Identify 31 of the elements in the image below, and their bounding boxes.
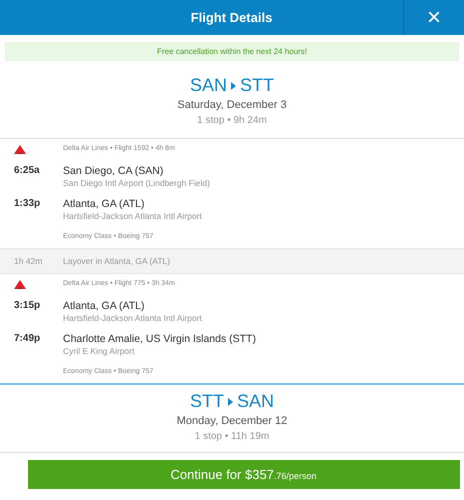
time: 6:25a <box>13 165 41 178</box>
cancellation-banner: Free cancellation within the next 24 hours! <box>5 42 459 61</box>
close-button[interactable]: × <box>403 0 464 35</box>
time: 7:49p <box>13 333 42 346</box>
airport-name: Hartsfield-Jackson Atlanta Intl Airport <box>63 313 203 323</box>
city: Atlanta, GA (ATL) <box>63 198 146 210</box>
city: Atlanta, GA (ATL) <box>63 300 146 312</box>
route-origin: STT <box>190 391 224 412</box>
city: San Diego, CA (SAN) <box>63 165 164 177</box>
leg-summary: 1 stop • 11h 19m <box>194 431 270 442</box>
leg-date: Saturday, December 3 <box>177 99 287 111</box>
airline-logo-icon <box>14 280 26 290</box>
leg-date: Monday, December 12 <box>176 415 288 427</box>
window-title: Flight Details <box>190 10 274 25</box>
leg-summary: 1 stop • 9h 24m <box>197 115 267 126</box>
layover-text: Layover in Atlanta, GA (ATL) <box>63 256 172 266</box>
city: Charlotte Amalie, US Virgin Islands (STT) <box>63 333 257 345</box>
airport-name: Cyril E King Airport <box>63 346 136 356</box>
caret-icon <box>231 82 236 90</box>
airport-name: Hartsfield-Jackson Atlanta Intl Airport <box>63 211 203 221</box>
leg-header[interactable]: SAN STT Saturday, December 3 1 stop • 9h 24m <box>0 61 464 139</box>
route-destination: STT <box>240 75 274 96</box>
layover-duration: 1h 42m <box>13 256 44 266</box>
caret-icon <box>228 398 233 406</box>
time: 3:15p <box>13 300 42 313</box>
airline-logo-icon <box>14 145 26 155</box>
route-destination: SAN <box>236 391 274 412</box>
leg-header[interactable]: STT SAN Monday, December 12 1 stop • 11h 19m <box>0 383 464 453</box>
time: 1:33p <box>13 198 42 211</box>
airport-name: San Diego Intl Airport (Lindbergh Field) <box>63 178 211 188</box>
route-origin: SAN <box>190 75 227 96</box>
